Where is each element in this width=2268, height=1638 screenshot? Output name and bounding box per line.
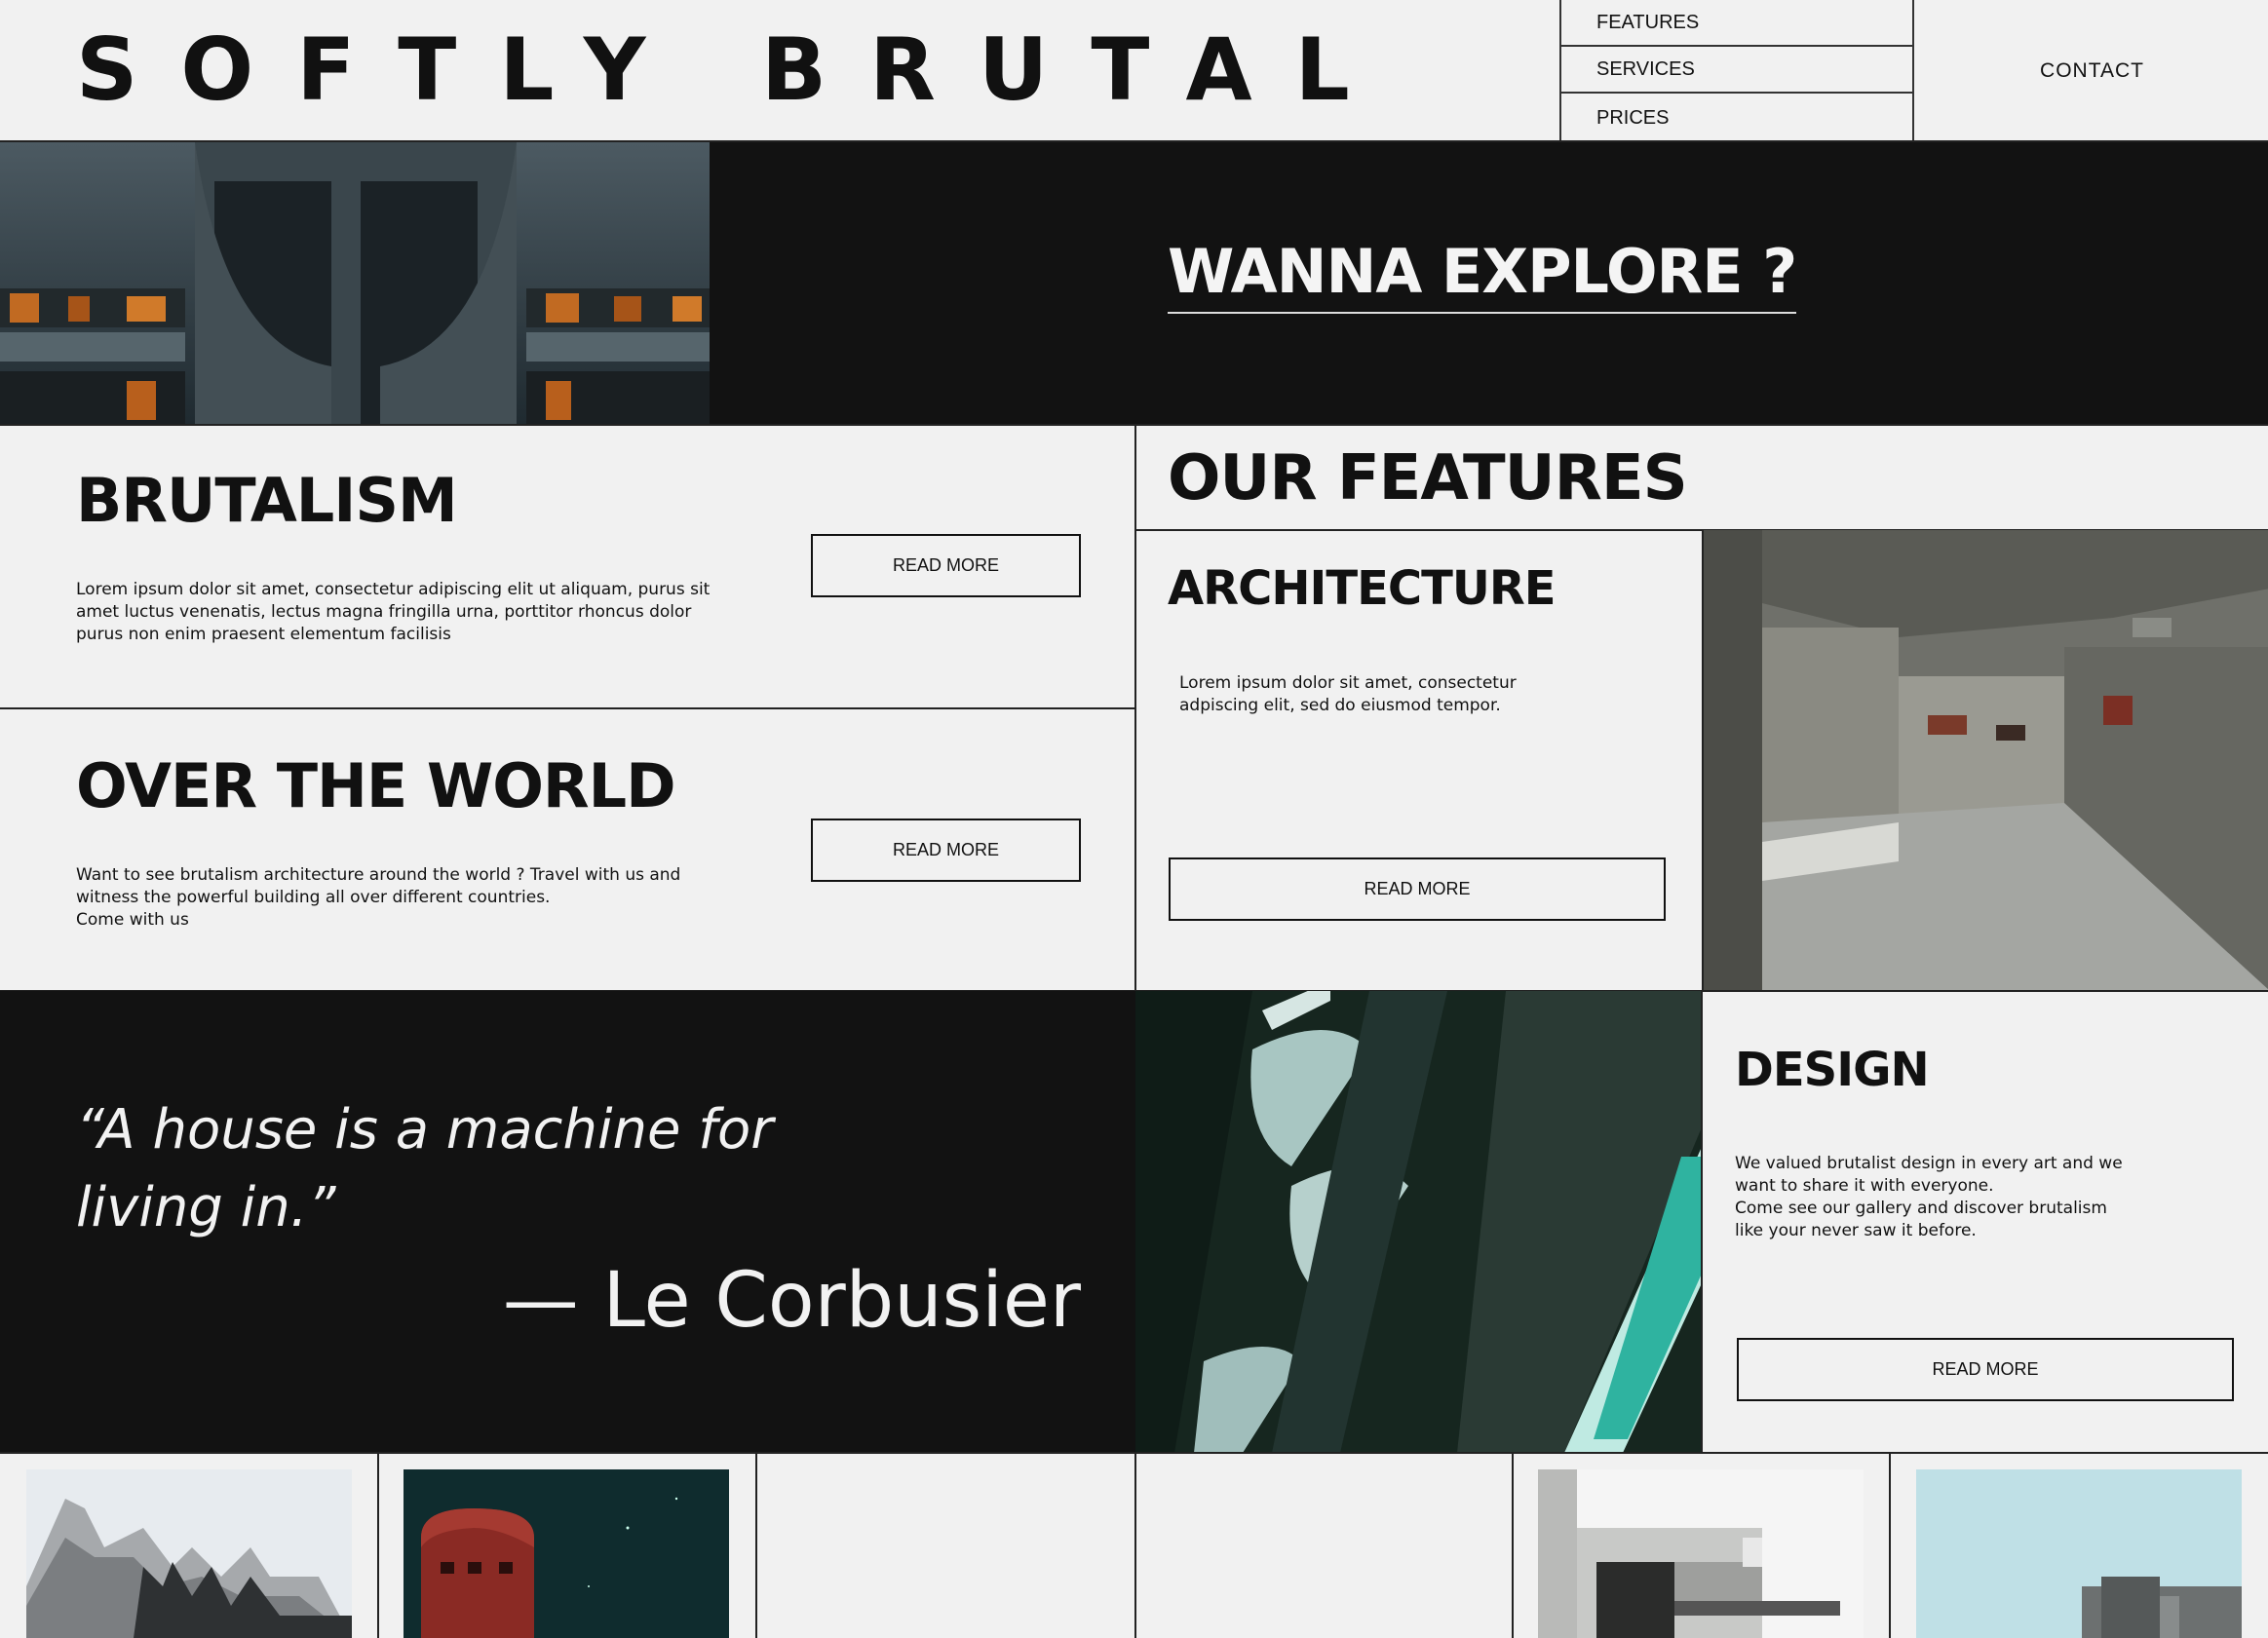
staircase-image xyxy=(1135,991,1702,1453)
architecture-text: Lorem ipsum dolor sit amet, consectetur … xyxy=(1179,673,1517,715)
nav-item-label: SERVICES xyxy=(1596,57,1695,80)
brutalism-read-more-button[interactable]: READ MORE xyxy=(811,534,1081,597)
nav-item-label: PRICES xyxy=(1596,106,1670,129)
gallery-image[interactable] xyxy=(1538,1469,1864,1638)
nav-item-prices[interactable]: PRICES xyxy=(1559,94,1914,142)
features-heading: OUR FEATURES xyxy=(1168,442,1688,514)
gallery-divider xyxy=(0,1452,2268,1454)
contact-link[interactable]: CONTACT xyxy=(1916,0,2268,142)
world-read-more-button[interactable]: READ MORE xyxy=(811,819,1081,882)
gallery-cell-divider xyxy=(755,1453,757,1638)
design-divider xyxy=(1701,991,1703,1453)
architecture-image xyxy=(1702,530,2268,991)
hero-image xyxy=(0,142,710,425)
design-text: We valued brutalist design in every art … xyxy=(1735,1154,2123,1240)
quote-text: “A house is a machine for living in.” xyxy=(76,1098,774,1239)
quote-author: — Le Corbusier xyxy=(502,1257,1081,1345)
section-divider xyxy=(0,707,1135,709)
gallery-image[interactable] xyxy=(26,1469,352,1638)
gallery-cell-divider xyxy=(1512,1453,1514,1638)
world-text: Want to see brutalism architecture aroun… xyxy=(76,865,681,930)
gallery-image[interactable] xyxy=(404,1469,729,1638)
gallery-cell-divider xyxy=(1889,1453,1891,1638)
gallery-image[interactable] xyxy=(1916,1469,2242,1638)
nav-item-services[interactable]: SERVICES xyxy=(1559,47,1914,94)
brutalism-text: Lorem ipsum dolor sit amet, consectetur … xyxy=(76,580,711,644)
brutalism-title: BRUTALISM xyxy=(76,465,458,536)
design-read-more-button[interactable]: READ MORE xyxy=(1737,1338,2234,1401)
gallery-cell-divider xyxy=(377,1453,379,1638)
explore-link[interactable]: WANNA EXPLORE ? xyxy=(1168,238,1797,314)
architecture-title: ARCHITECTURE xyxy=(1168,561,1557,616)
design-title: DESIGN xyxy=(1735,1043,1930,1097)
nav-item-label: FEATURES xyxy=(1596,11,1700,33)
world-title: OVER THE WORLD xyxy=(76,750,676,821)
nav-item-features[interactable]: FEATURES xyxy=(1559,0,1914,47)
architecture-read-more-button[interactable]: READ MORE xyxy=(1169,857,1666,921)
